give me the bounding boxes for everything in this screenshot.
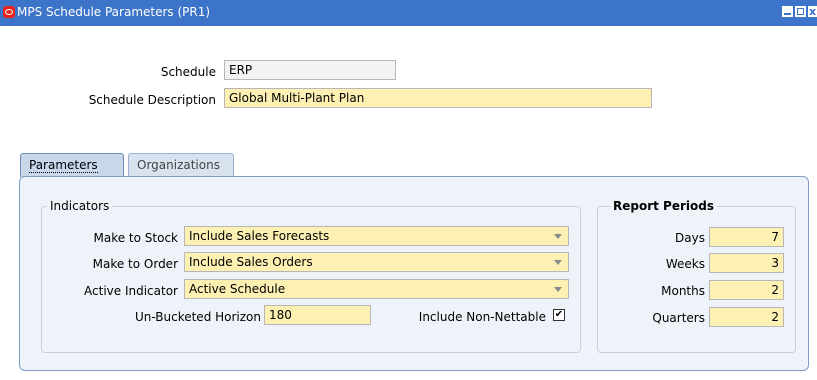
- make-to-order-label: Make to Order: [92, 257, 178, 271]
- chevron-down-icon[interactable]: [554, 260, 562, 265]
- include-non-nettable-label: Include Non-Nettable: [418, 310, 546, 324]
- quarters-label: Quarters: [652, 311, 705, 325]
- close-icon[interactable]: x: [808, 6, 817, 17]
- schedule-description-field[interactable]: Global Multi-Plant Plan: [224, 88, 652, 108]
- maximize-icon[interactable]: [795, 6, 806, 17]
- un-bucketed-horizon-field[interactable]: 180: [264, 305, 371, 325]
- weeks-label: Weeks: [665, 257, 705, 271]
- tab-parameters-label: Parameters: [29, 158, 98, 173]
- un-bucketed-horizon-label: Un-Bucketed Horizon: [134, 310, 261, 324]
- schedule-label: Schedule: [160, 65, 216, 79]
- make-to-stock-label: Make to Stock: [93, 231, 179, 245]
- window-titlebar: MPS Schedule Parameters (PR1) x: [0, 0, 817, 26]
- active-indicator-label: Active Indicator: [84, 284, 178, 298]
- oracle-logo-icon: [3, 6, 15, 18]
- chevron-down-icon[interactable]: [554, 287, 562, 292]
- window-title: MPS Schedule Parameters (PR1): [17, 5, 211, 19]
- months-label: Months: [661, 284, 705, 298]
- make-to-stock-value: Include Sales Forecasts: [189, 229, 330, 243]
- days-field[interactable]: 7: [709, 227, 784, 247]
- months-field[interactable]: 2: [709, 280, 784, 300]
- minimize-icon[interactable]: [782, 6, 793, 17]
- tab-organizations-label: Organizations: [137, 158, 220, 172]
- schedule-description-label: Schedule Description: [88, 93, 216, 107]
- chevron-down-icon[interactable]: [554, 234, 562, 239]
- make-to-order-select[interactable]: Include Sales Orders: [184, 252, 569, 272]
- days-label: Days: [675, 231, 705, 245]
- include-non-nettable-checkbox[interactable]: ✔: [553, 309, 565, 321]
- schedule-field[interactable]: ERP: [224, 60, 396, 80]
- report-periods-group-label: Report Periods: [610, 199, 717, 213]
- tab-parameters[interactable]: Parameters: [20, 153, 124, 177]
- weeks-field[interactable]: 3: [709, 253, 784, 273]
- make-to-order-value: Include Sales Orders: [189, 255, 313, 269]
- active-indicator-select[interactable]: Active Schedule: [184, 279, 569, 299]
- tab-organizations[interactable]: Organizations: [128, 153, 234, 177]
- indicators-group-label: Indicators: [47, 199, 113, 213]
- make-to-stock-select[interactable]: Include Sales Forecasts: [184, 226, 569, 246]
- quarters-field[interactable]: 2: [709, 307, 784, 327]
- active-indicator-value: Active Schedule: [189, 282, 286, 296]
